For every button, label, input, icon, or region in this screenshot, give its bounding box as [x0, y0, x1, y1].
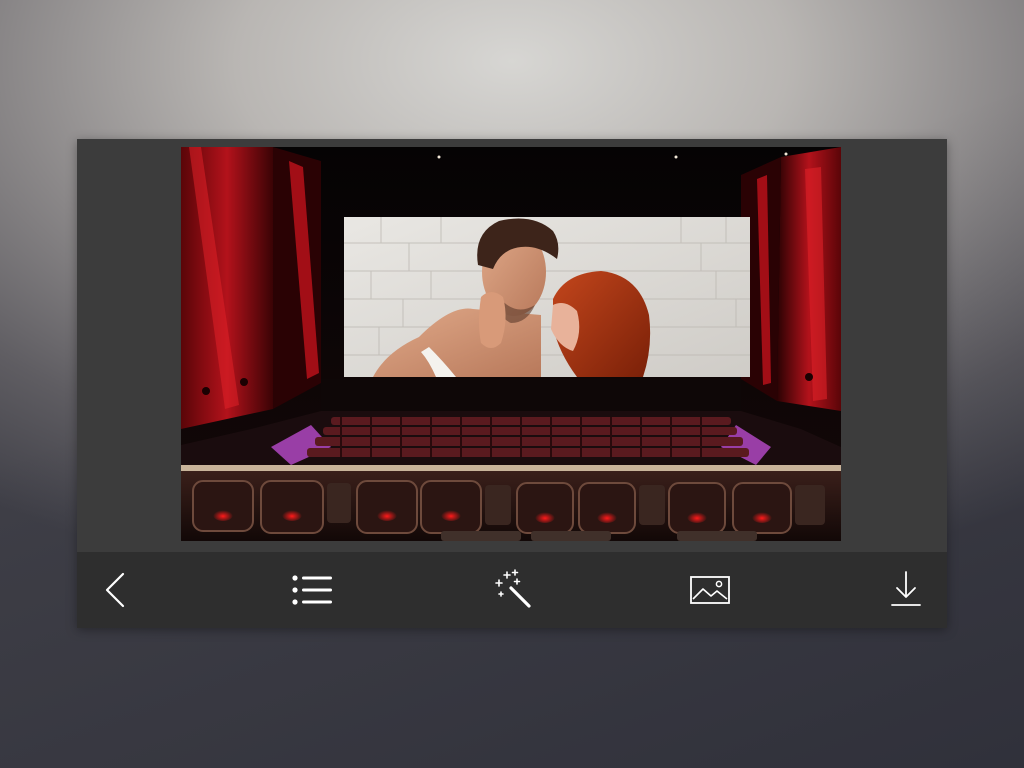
screen-photo	[344, 217, 750, 377]
effects-button[interactable]: magic-wand-icon	[487, 566, 535, 614]
download-icon	[891, 571, 921, 606]
image-icon	[690, 576, 730, 604]
list-icon	[292, 575, 332, 605]
cinema-frame-photo	[181, 147, 841, 541]
back-button[interactable]: chevron-left-icon	[91, 566, 139, 614]
photo-editor-frame: chevron-left-icon list-icon magic-wand-i…	[77, 139, 947, 628]
left-wall	[181, 147, 321, 429]
theater-seating	[181, 411, 841, 541]
save-button[interactable]: download-icon	[882, 566, 930, 614]
magic-wand-icon	[495, 569, 531, 608]
chevron-left-icon	[105, 572, 125, 608]
gallery-button[interactable]: image-icon	[686, 566, 734, 614]
frames-list-button[interactable]: list-icon	[288, 566, 336, 614]
editor-toolbar: chevron-left-icon list-icon magic-wand-i…	[77, 552, 947, 628]
right-wall	[741, 147, 841, 411]
